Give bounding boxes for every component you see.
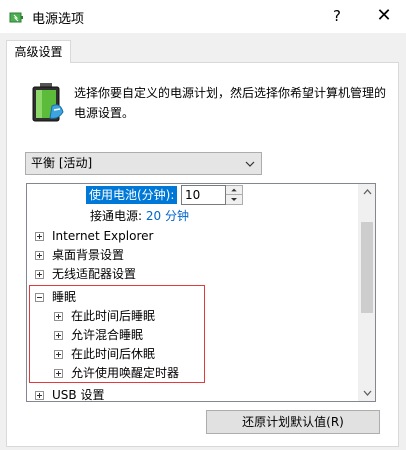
power-plan-selected: 平衡 [活动] [31,156,93,170]
battery-minutes-row: 使用电池(分钟): 10 接通电源: 20 分钟 [27,184,357,223]
title-bar: 电源选项 ? ✕ [0,0,406,33]
battery-minutes-label: 使用电池(分钟): [86,186,178,204]
restore-defaults-button[interactable]: 还原计划默认值(R) [206,410,380,434]
plugged-in-value[interactable]: 20 分钟 [146,209,189,223]
battery-icon [32,83,64,122]
help-button[interactable]: ? [327,5,347,27]
settings-tree[interactable]: 使用电池(分钟): 10 接通电源: 20 分钟 Internet Explor… [26,183,376,402]
spin-down-icon[interactable] [226,195,242,204]
plugged-in-label: 接通电源: [90,209,143,223]
tree-item-label: USB 设置 [52,388,105,402]
scroll-thumb[interactable] [361,222,373,313]
tree-item-label: Internet Explorer [52,229,154,243]
tree-item-label: 无线适配器设置 [52,267,137,281]
expand-icon[interactable] [35,270,44,279]
close-button[interactable]: ✕ [370,4,398,28]
expand-icon[interactable] [35,391,44,400]
scroll-up-icon[interactable] [359,184,376,201]
plugged-in-row: 接通电源: 20 分钟 [90,207,189,225]
battery-minutes-spinner [226,185,243,205]
battery-minutes-input[interactable]: 10 [181,185,226,205]
spin-up-icon[interactable] [226,186,242,195]
tree-item-label: 桌面背景设置 [52,248,125,262]
expand-icon[interactable] [35,232,44,241]
chevron-down-icon [245,161,255,167]
sleep-highlight-box [29,285,205,383]
intro-description: 选择你要自定义的电源计划，然后选择你希望计算机管理的电源设置。 [74,86,387,120]
power-plan-dropdown[interactable]: 平衡 [活动] [25,152,262,175]
tab-advanced-settings[interactable]: 高级设置 [6,40,71,63]
tree-scrollbar[interactable] [358,184,375,401]
power-options-icon [9,12,23,23]
window-title: 电源选项 [32,12,85,27]
scroll-down-icon[interactable] [359,384,376,401]
expand-icon[interactable] [35,251,44,260]
